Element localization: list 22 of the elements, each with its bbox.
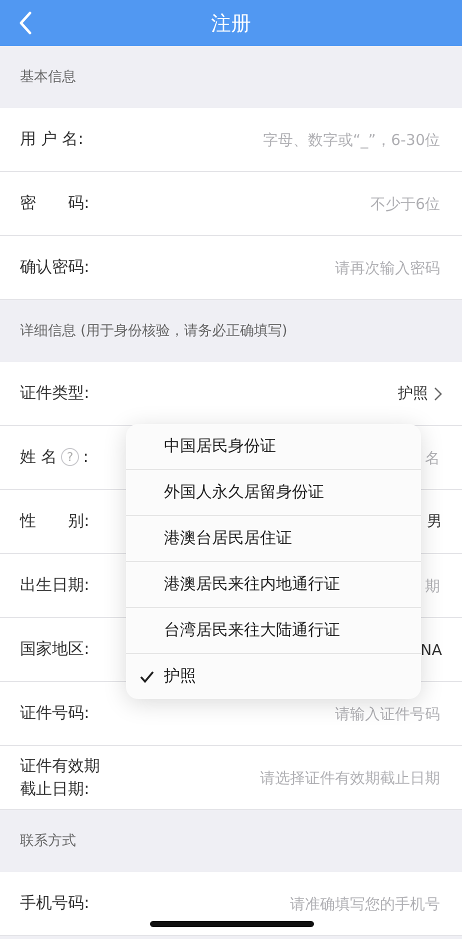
option-label: 港澳台居民居住证 bbox=[164, 528, 292, 549]
field-label: 国家地区: bbox=[20, 638, 90, 660]
section-title: 基本信息 bbox=[20, 68, 76, 86]
field-label: 确认密码: bbox=[20, 256, 90, 278]
section-title: 联系方式 bbox=[20, 832, 76, 850]
page-title: 注册 bbox=[211, 10, 251, 36]
option-label: 中国居民身份证 bbox=[164, 436, 276, 457]
field-label: 用 户 名: bbox=[20, 128, 84, 150]
option-label: 护照 bbox=[164, 666, 196, 687]
field-label: 性 别: bbox=[20, 510, 90, 532]
field-label: 出生日期: bbox=[20, 574, 90, 596]
field-label: 证件号码: bbox=[20, 702, 90, 724]
label-colon: : bbox=[83, 446, 88, 468]
option-label: 港澳居民来往内地通行证 bbox=[164, 574, 340, 595]
field-label: 姓 名 bbox=[20, 446, 58, 468]
field-label: 证件有效期截止日期: bbox=[20, 755, 101, 800]
option-label: 外国人永久居留身份证 bbox=[164, 482, 324, 503]
section-title: 详细信息 (用于身份核验，请务必正确填写) bbox=[20, 322, 288, 340]
field-label: 证件类型: bbox=[20, 382, 90, 404]
field-label: 密 码: bbox=[20, 192, 90, 214]
field-label: 手机号码: bbox=[20, 892, 90, 914]
option-label: 台湾居民来往大陆通行证 bbox=[164, 620, 340, 641]
